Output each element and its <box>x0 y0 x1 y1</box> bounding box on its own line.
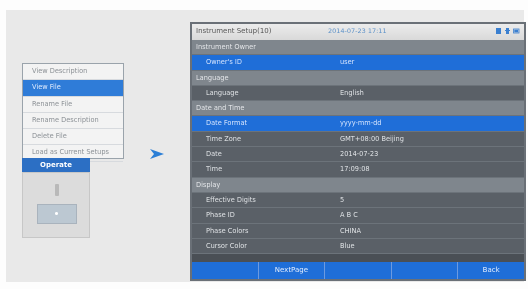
softkey-bar: NextPage Back <box>192 262 524 279</box>
back-button[interactable]: Back <box>458 262 524 279</box>
storage-device-illustration <box>22 172 90 238</box>
softkey-4[interactable] <box>392 262 459 279</box>
setting-value: CHINA <box>340 226 361 235</box>
setting-label: Owner's ID <box>206 58 242 67</box>
setting-row-phase-colors[interactable]: Phase Colors CHINA <box>192 223 524 239</box>
softkey-3[interactable] <box>325 262 392 279</box>
setting-label: Cursor Color <box>206 241 247 250</box>
softkey-1[interactable] <box>192 262 259 279</box>
instrument-setup-window: Instrument Setup(10) 2014-07-23 17:11 In… <box>190 22 526 281</box>
setting-value: user <box>340 58 355 67</box>
setting-value: yyyy-mm-dd <box>340 119 382 128</box>
section-header-display: Display <box>192 177 524 193</box>
setting-row-language[interactable]: Language English <box>192 85 524 102</box>
menu-item-rename-description[interactable]: Rename Description <box>23 113 123 130</box>
next-page-button[interactable]: NextPage <box>259 262 326 279</box>
setting-value: 5 <box>340 195 345 204</box>
status-icons <box>495 27 520 35</box>
setting-row-date-format[interactable]: Date Format yyyy-mm-dd <box>192 116 524 132</box>
menu-item-rename-file[interactable]: Rename File <box>23 97 123 113</box>
setting-label: Date <box>206 150 222 159</box>
setting-row-date[interactable]: Date 2014-07-23 <box>192 147 524 163</box>
window-title: Instrument Setup(10) <box>196 27 272 35</box>
settings-list: Instrument Owner Owner's ID user Languag… <box>192 40 524 255</box>
menu-item-view-description[interactable]: View Description <box>23 64 123 81</box>
setting-label: Time <box>206 165 223 174</box>
setting-label: Language <box>206 88 239 97</box>
operate-button[interactable]: Operate <box>22 158 90 172</box>
battery-icon <box>513 28 520 34</box>
device-screen <box>37 204 77 224</box>
file-context-menu: View Description View File Rename File R… <box>22 63 124 162</box>
menu-item-delete-file[interactable]: Delete File <box>23 129 123 146</box>
setting-row-time-zone[interactable]: Time Zone GMT+08:00 Beijing <box>192 131 524 148</box>
setting-row-time[interactable]: Time 17:09:08 <box>192 162 524 178</box>
setting-value: 2014-07-23 <box>340 150 379 159</box>
setting-label: Effective Digits <box>206 195 256 204</box>
sd-card-icon <box>496 28 501 34</box>
setting-value: GMT+08:00 Beijing <box>340 134 404 143</box>
canvas: View Description View File Rename File R… <box>0 0 528 289</box>
device-slot <box>55 184 59 196</box>
arrow-right-icon <box>150 149 164 159</box>
setting-row-phase-id[interactable]: Phase ID A B C <box>192 208 524 224</box>
section-header-language: Language <box>192 70 524 86</box>
usb-icon <box>505 28 510 34</box>
setting-value: A B C <box>340 211 358 220</box>
device-indicator <box>55 212 58 215</box>
datetime-display: 2014-07-23 17:11 <box>328 27 387 35</box>
setting-label: Time Zone <box>206 134 242 143</box>
setting-value: 17:09:08 <box>340 165 370 174</box>
setting-label: Phase Colors <box>206 226 249 235</box>
setting-row-owner-id[interactable]: Owner's ID user <box>192 55 524 71</box>
setting-row-effective-digits[interactable]: Effective Digits 5 <box>192 192 524 209</box>
setting-value: English <box>340 88 364 97</box>
title-bar: Instrument Setup(10) 2014-07-23 17:11 <box>192 24 524 40</box>
section-header-instrument-owner: Instrument Owner <box>192 40 524 56</box>
setting-row-cursor-color[interactable]: Cursor Color Blue <box>192 238 524 255</box>
section-header-date-time: Date and Time <box>192 101 524 117</box>
setting-label: Date Format <box>206 119 248 128</box>
setting-label: Phase ID <box>206 211 235 220</box>
menu-item-view-file[interactable]: View File <box>23 80 123 97</box>
setting-value: Blue <box>340 241 355 250</box>
